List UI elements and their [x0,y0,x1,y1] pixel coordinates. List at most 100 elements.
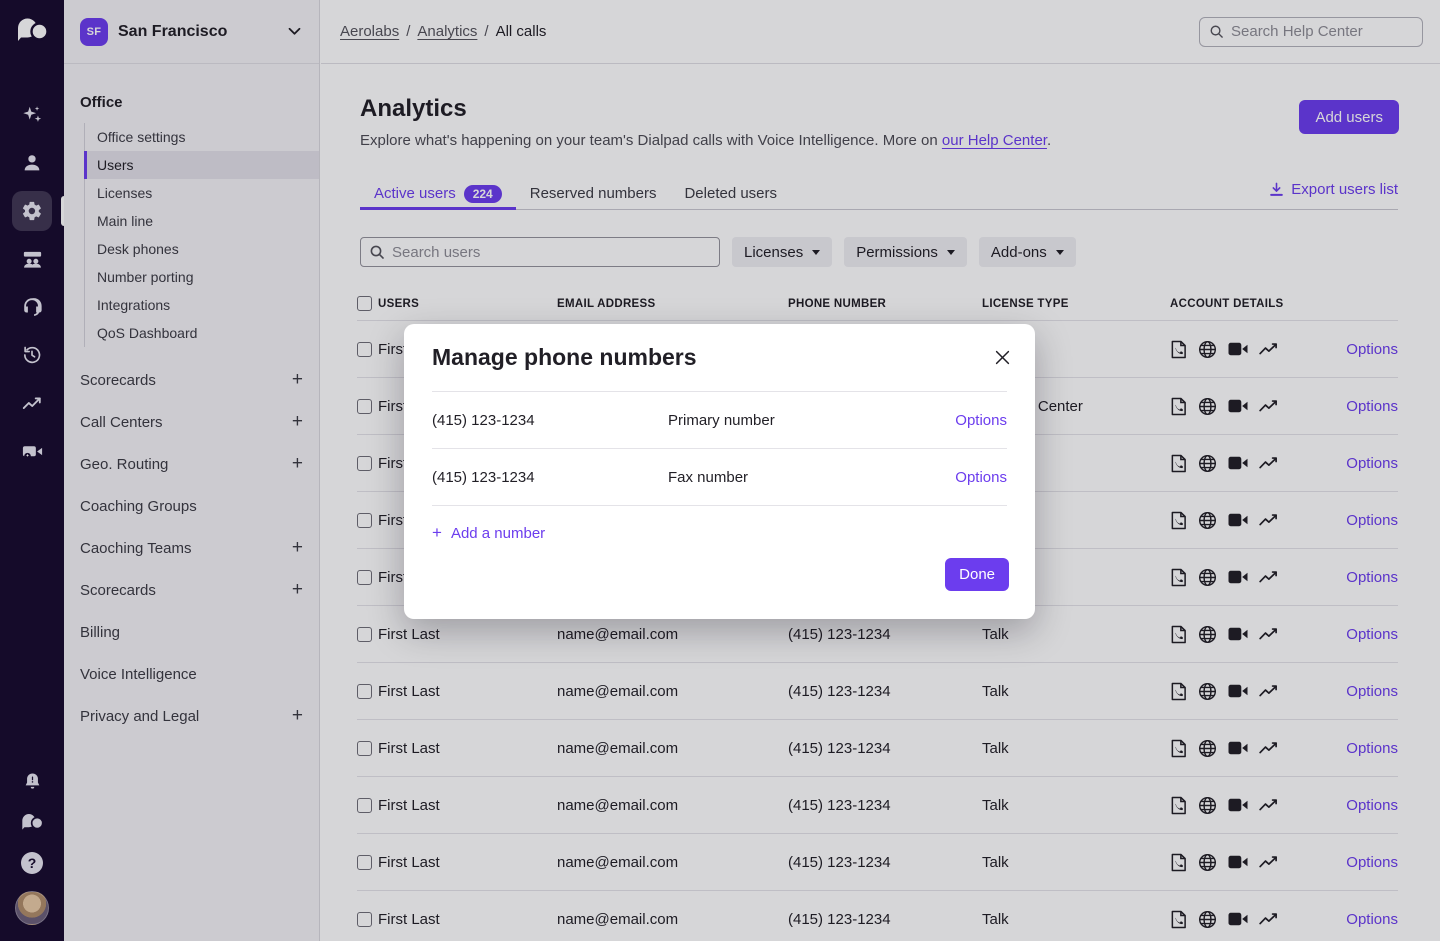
row-checkbox[interactable] [357,798,372,813]
sidebar-item[interactable]: Desk phones [85,235,319,263]
user-license: Talk [982,626,1170,643]
close-icon[interactable] [995,350,1011,366]
number-options-link[interactable]: Options [955,412,1007,429]
user-email: name@email.com [557,683,788,700]
trend-icon [1259,570,1278,584]
filter-dropdown-button[interactable]: Permissions [844,237,967,267]
sidebar-section-item[interactable]: Geo. Routing + [64,443,319,485]
row-options-link[interactable]: Options [1346,740,1398,757]
video-camera-icon [1228,456,1248,470]
search-icon [369,244,385,260]
sidebar-section-item[interactable]: Billing [64,611,319,653]
row-checkbox[interactable] [357,741,372,756]
row-checkbox[interactable] [357,627,372,642]
analytics-icon[interactable] [0,379,64,427]
sidebar-section-item[interactable]: Caoching Teams + [64,527,319,569]
sidebar-sections: Scorecards + Call Centers + Geo. Routing… [64,359,319,737]
export-users-link[interactable]: Export users list [1269,181,1398,198]
plus-icon[interactable]: + [292,705,303,727]
row-options-link[interactable]: Options [1346,455,1398,472]
settings-icon[interactable] [0,187,64,235]
plus-icon[interactable]: + [292,453,303,475]
row-checkbox[interactable] [357,513,372,528]
notifications-bell-icon[interactable] [0,768,64,794]
tab[interactable]: Reserved numbers [516,180,671,210]
sidebar-section-item[interactable]: Call Centers + [64,401,319,443]
sidebar-item[interactable]: Users [85,151,319,179]
trend-icon [1259,684,1278,698]
filter-dropdown-button[interactable]: Add-ons [979,237,1076,267]
office-settings-list: Office settings Users Licenses Main line… [84,123,319,347]
help-icon[interactable]: ? [0,850,64,876]
phone-document-icon [1170,682,1187,701]
sidebar-section-item[interactable]: Scorecards + [64,569,319,611]
add-users-button[interactable]: Add users [1299,100,1399,134]
sidebar-item[interactable]: Main line [85,207,319,235]
help-center-link[interactable]: our Help Center [942,132,1047,149]
video-camera-icon [1228,741,1248,755]
filter-dropdown-button[interactable]: Licenses [732,237,832,267]
row-options-link[interactable]: Options [1346,341,1398,358]
plus-icon[interactable]: + [292,411,303,433]
row-checkbox[interactable] [357,342,372,357]
table-row: First Last name@email.com (415) 123-1234… [357,777,1398,834]
chevron-down-icon [288,27,301,36]
user-avatar[interactable] [15,891,49,925]
headset-icon[interactable] [0,283,64,331]
row-checkbox[interactable] [357,912,372,927]
dialpad-mini-logo-icon[interactable] [0,809,64,835]
sidebar-item[interactable]: QoS Dashboard [85,319,319,347]
user-name: First Last [378,911,557,928]
sidebar-item[interactable]: Integrations [85,291,319,319]
row-checkbox[interactable] [357,855,372,870]
row-checkbox[interactable] [357,684,372,699]
sidebar-section-item[interactable]: Voice Intelligence [64,653,319,695]
breadcrumb-analytics[interactable]: Analytics [417,23,477,40]
page-subtitle: Explore what's happening on your team's … [360,132,1398,149]
row-options-link[interactable]: Options [1346,626,1398,643]
row-options-link[interactable]: Options [1346,854,1398,871]
help-search-input[interactable] [1231,23,1413,40]
workspace-switcher[interactable]: SF San Francisco [64,0,319,64]
dialpad-logo-icon[interactable] [14,16,50,44]
row-options-link[interactable]: Options [1346,911,1398,928]
select-all-checkbox[interactable] [357,296,372,311]
video-camera-icon [1228,513,1248,527]
sidebar-item[interactable]: Licenses [85,179,319,207]
breadcrumb-aerolabs[interactable]: Aerolabs [340,23,399,40]
row-options-link[interactable]: Options [1346,683,1398,700]
sidebar-section-item[interactable]: Scorecards + [64,359,319,401]
tab[interactable]: Deleted users [670,180,791,210]
caret-down-icon [812,250,820,255]
sidebar-section-item[interactable]: Coaching Groups [64,485,319,527]
row-checkbox[interactable] [357,456,372,471]
plus-icon[interactable]: + [292,369,303,391]
add-number-link[interactable]: + Add a number [432,506,1007,560]
ai-sparkles-icon[interactable] [0,91,64,139]
row-options-link[interactable]: Options [1346,797,1398,814]
tab[interactable]: Active users 224 [360,180,516,210]
table-row: First Last name@email.com (415) 123-1234… [357,663,1398,720]
done-button[interactable]: Done [945,558,1009,591]
video-settings-icon[interactable] [0,427,64,475]
row-checkbox[interactable] [357,399,372,414]
search-users-input[interactable] [392,244,711,261]
row-options-link[interactable]: Options [1346,569,1398,586]
row-options-link[interactable]: Options [1346,512,1398,529]
plus-icon[interactable]: + [292,579,303,601]
row-checkbox[interactable] [357,570,372,585]
user-phone: (415) 123-1234 [788,797,982,814]
contacts-icon[interactable] [0,139,64,187]
sidebar-section-item[interactable]: Privacy and Legal + [64,695,319,737]
sidebar-item[interactable]: Number porting [85,263,319,291]
trend-icon [1259,342,1278,356]
globe-icon [1198,568,1217,587]
row-options-link[interactable]: Options [1346,398,1398,415]
sidebar-item[interactable]: Office settings [85,123,319,151]
user-phone: (415) 123-1234 [788,740,982,757]
number-options-link[interactable]: Options [955,469,1007,486]
history-icon[interactable] [0,331,64,379]
page-title: Analytics [360,95,1398,123]
meetings-icon[interactable] [0,235,64,283]
plus-icon[interactable]: + [292,537,303,559]
